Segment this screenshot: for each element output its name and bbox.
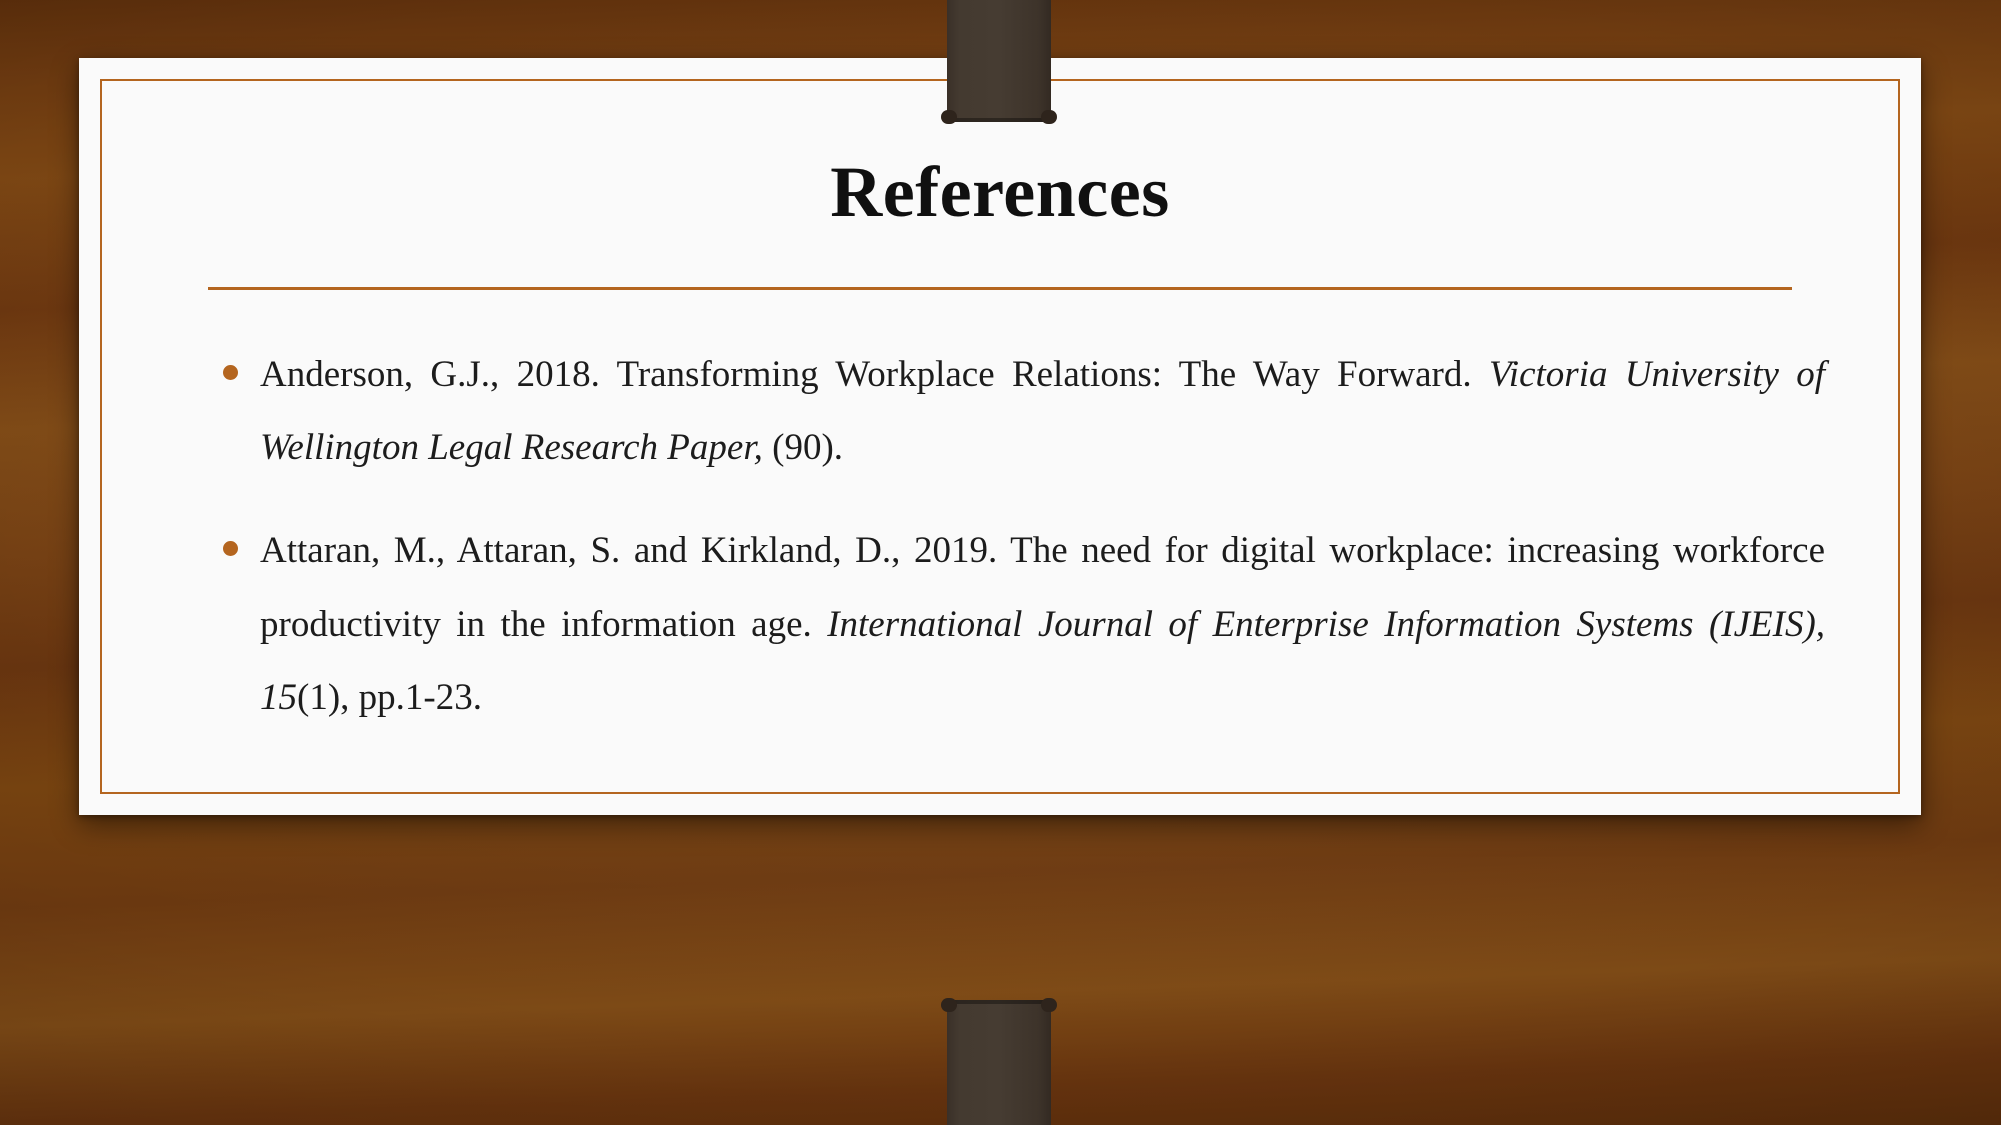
binder-clip-bottom xyxy=(941,998,1057,1125)
list-item: Anderson, G.J., 2018. Transforming Workp… xyxy=(207,338,1829,485)
clip-pin-left-icon xyxy=(941,998,957,1012)
references-list: Anderson, G.J., 2018. Transforming Workp… xyxy=(171,338,1829,734)
slide-content: References Anderson, G.J., 2018. Transfo… xyxy=(79,58,1921,815)
clip-pin-right-icon xyxy=(1041,110,1057,124)
bullet-dot-icon xyxy=(223,541,238,557)
slide-card: References Anderson, G.J., 2018. Transfo… xyxy=(79,58,1921,815)
reference-text-1: Anderson, G.J., 2018. Transforming Workp… xyxy=(260,353,1826,468)
binder-clip-top xyxy=(941,0,1057,124)
title-divider xyxy=(208,286,1792,290)
page-title: References xyxy=(830,152,1170,232)
list-item: Attaran, M., Attaran, S. and Kirkland, D… xyxy=(207,514,1829,734)
bullet-dot-icon xyxy=(223,364,238,380)
clip-pin-left-icon xyxy=(941,110,957,124)
reference-text-2: Attaran, M., Attaran, S. and Kirkland, D… xyxy=(260,530,1826,718)
clip-pin-right-icon xyxy=(1041,998,1057,1012)
